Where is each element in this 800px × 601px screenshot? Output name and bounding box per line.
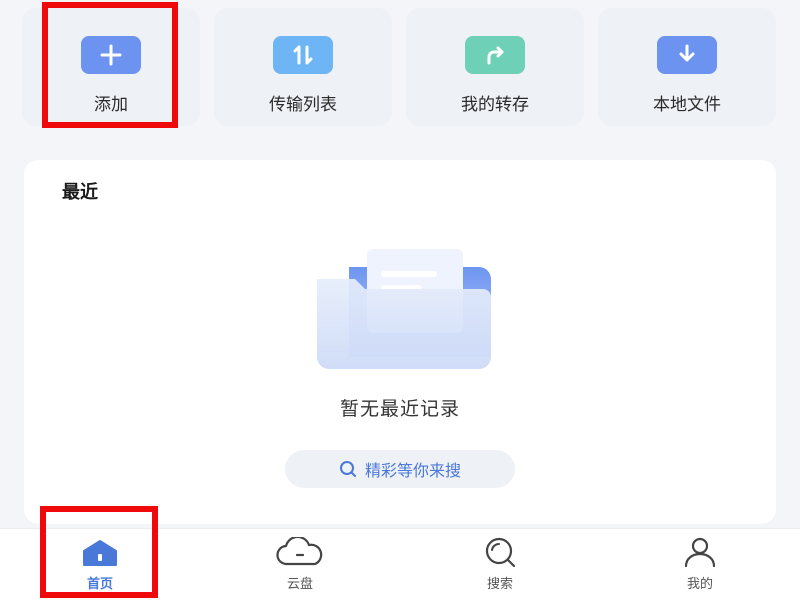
search-icon bbox=[478, 537, 522, 567]
explore-search-label: 精彩等你来搜 bbox=[364, 461, 461, 480]
download-icon bbox=[657, 36, 717, 74]
forward-icon bbox=[465, 36, 525, 74]
tab-search[interactable]: 搜索 bbox=[400, 529, 600, 601]
tab-home-label: 首页 bbox=[86, 577, 113, 592]
tab-cloud[interactable]: 云盘 bbox=[200, 529, 400, 601]
quick-actions: 添加 传输列表 我的转存 本地文件 bbox=[0, 0, 800, 150]
tab-me[interactable]: 我的 bbox=[600, 529, 800, 601]
empty-state-text: 暂无最近记录 bbox=[339, 398, 460, 420]
my-saves-label: 我的转存 bbox=[461, 95, 529, 115]
cloud-icon bbox=[275, 537, 325, 567]
empty-folder-icon bbox=[289, 245, 509, 375]
add-label: 添加 bbox=[94, 95, 128, 115]
transfer-icon bbox=[273, 36, 333, 74]
local-files-button[interactable]: 本地文件 bbox=[598, 8, 776, 126]
recent-card: 最近 暂无最近记录 精彩等你来搜 bbox=[24, 160, 776, 524]
bottom-tab-bar: 首页 云盘 搜索 我的 bbox=[0, 528, 800, 601]
tab-cloud-label: 云盘 bbox=[286, 577, 313, 592]
search-icon bbox=[339, 460, 357, 478]
home-icon bbox=[80, 537, 120, 567]
tab-me-label: 我的 bbox=[686, 577, 713, 592]
person-icon bbox=[680, 537, 720, 567]
local-files-label: 本地文件 bbox=[653, 95, 721, 115]
transfer-list-button[interactable]: 传输列表 bbox=[214, 8, 392, 126]
explore-search-button[interactable]: 精彩等你来搜 bbox=[285, 450, 515, 488]
tab-home[interactable]: 首页 bbox=[0, 529, 200, 601]
add-button[interactable]: 添加 bbox=[22, 8, 200, 126]
my-saves-button[interactable]: 我的转存 bbox=[406, 8, 584, 126]
transfer-list-label: 传输列表 bbox=[269, 95, 337, 115]
tab-search-label: 搜索 bbox=[486, 577, 513, 592]
add-icon bbox=[81, 36, 141, 74]
recent-title: 最近 bbox=[62, 182, 98, 203]
